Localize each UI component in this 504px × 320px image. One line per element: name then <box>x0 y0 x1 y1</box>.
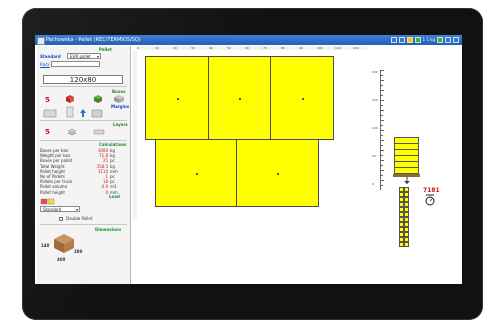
boxes-count: 5 <box>45 96 50 104</box>
help-icon[interactable] <box>445 37 451 43</box>
height-tick-label: 100 <box>372 126 378 130</box>
load-select[interactable]: Standard ▾ <box>40 206 80 212</box>
height-tick <box>381 85 383 86</box>
standard-select-value: EUR pallet <box>70 54 91 59</box>
calc-value: 0 <box>105 189 108 195</box>
scale-weight-icon <box>425 194 435 206</box>
title-bar-controls: 1 1 kg <box>390 36 459 44</box>
height-tick <box>381 155 383 156</box>
height-tick <box>381 130 384 131</box>
stack-layer <box>394 167 419 174</box>
close-icon[interactable] <box>453 37 459 43</box>
height-ruler: 200 150 100 50 0 <box>372 70 384 190</box>
calc-label: Pallet height <box>40 189 65 195</box>
box-tile[interactable] <box>145 56 209 140</box>
dimension-a: 140 <box>41 243 50 248</box>
height-tick <box>381 70 384 71</box>
rack-input[interactable] <box>51 61 100 67</box>
box-center-marker <box>177 98 179 100</box>
standard-label: Standard <box>40 54 61 59</box>
refresh-icon[interactable] <box>437 37 443 43</box>
divider <box>40 224 127 225</box>
grid-icon[interactable] <box>398 37 405 43</box>
height-tick <box>381 105 383 106</box>
box-green-icon[interactable] <box>93 94 103 104</box>
load-label: Load <box>109 194 120 199</box>
height-tick <box>381 185 383 186</box>
load-select-value: Standard <box>43 207 62 212</box>
box-center-marker <box>239 98 241 100</box>
pallet-icon[interactable] <box>93 127 105 137</box>
height-tick <box>381 80 384 81</box>
layer-cell <box>404 242 409 247</box>
dimensions-header: Dimensions <box>95 227 122 232</box>
height-tick-label: 200 <box>372 70 378 74</box>
left-panel: Pallet Standard EUR pallet ▾ Rack 120x80… <box>37 46 131 284</box>
box-center-marker <box>302 98 304 100</box>
window-title: Pachowska - Pallet (REC/TERMIOS/SQ) <box>46 37 141 43</box>
status-text: 1 1 kg <box>422 37 436 42</box>
layers-icon[interactable] <box>67 127 77 137</box>
divider <box>40 120 127 121</box>
title-bar: Pachowska - Pallet (REC/TERMIOS/SQ) 1 1 … <box>35 35 462 45</box>
dimension-c: 400 <box>57 257 66 262</box>
height-tick <box>381 120 384 121</box>
height-tick <box>381 165 383 166</box>
height-tick <box>381 145 383 146</box>
height-tick <box>381 140 384 141</box>
height-tick-label: 50 <box>372 154 376 158</box>
settings-icon[interactable] <box>406 37 413 43</box>
standard-select[interactable]: EUR pallet ▾ <box>67 53 101 59</box>
height-tick <box>381 110 384 111</box>
pallet-size-display: 120x80 <box>43 75 123 84</box>
height-tick-label: 0 <box>372 182 374 186</box>
orientation-c-icon[interactable] <box>91 108 103 118</box>
box-tile[interactable] <box>270 56 334 140</box>
box-tile[interactable] <box>155 139 237 207</box>
height-tick <box>381 95 383 96</box>
arrow-up-icon[interactable] <box>79 108 87 118</box>
height-tick <box>381 75 383 76</box>
dimension-b: 200 <box>74 249 83 254</box>
orientation-b-icon[interactable] <box>65 106 75 118</box>
save-icon[interactable] <box>414 37 421 43</box>
height-tick <box>381 135 383 136</box>
print-icon[interactable] <box>390 37 397 43</box>
box-tile[interactable] <box>208 56 271 140</box>
height-tick <box>381 90 384 91</box>
margin-label: Margins <box>111 104 130 109</box>
layers-count: 5 <box>45 128 50 136</box>
lift-arrow-icon <box>404 177 410 184</box>
pallet-layout <box>137 50 367 220</box>
chevron-down-icon: ▾ <box>96 54 99 59</box>
box-red-icon[interactable] <box>65 94 75 104</box>
rack-link[interactable]: Rack <box>40 62 50 67</box>
box-center-marker <box>196 173 198 175</box>
app-screen: Pachowska - Pallet (REC/TERMIOS/SQ) 1 1 … <box>35 35 462 284</box>
height-tick <box>381 125 383 126</box>
box-tile[interactable] <box>236 139 319 207</box>
height-tick <box>381 175 383 176</box>
calculations-header: Calculations <box>99 142 127 147</box>
divider <box>40 140 127 141</box>
double-pallet-label: Double Pallet <box>66 216 93 221</box>
divider <box>40 86 127 87</box>
height-tick <box>381 100 384 101</box>
pallet-section-header: Pallet <box>99 47 112 52</box>
load-icon <box>40 198 55 205</box>
height-tick <box>381 160 384 161</box>
box-center-marker <box>277 173 279 175</box>
height-tick <box>381 115 383 116</box>
height-tick <box>381 180 384 181</box>
app-icon <box>37 37 45 45</box>
layers-header: Layers <box>113 122 128 127</box>
chevron-down-icon: ▾ <box>75 207 78 212</box>
height-tick-label: 150 <box>372 98 378 102</box>
weight-readout: 7181 <box>423 187 440 194</box>
box-rotate-icon[interactable] <box>113 94 125 104</box>
height-tick <box>381 170 384 171</box>
height-tick <box>381 150 384 151</box>
double-pallet-checkbox[interactable] <box>59 217 63 221</box>
orientation-a-icon[interactable] <box>43 108 57 118</box>
